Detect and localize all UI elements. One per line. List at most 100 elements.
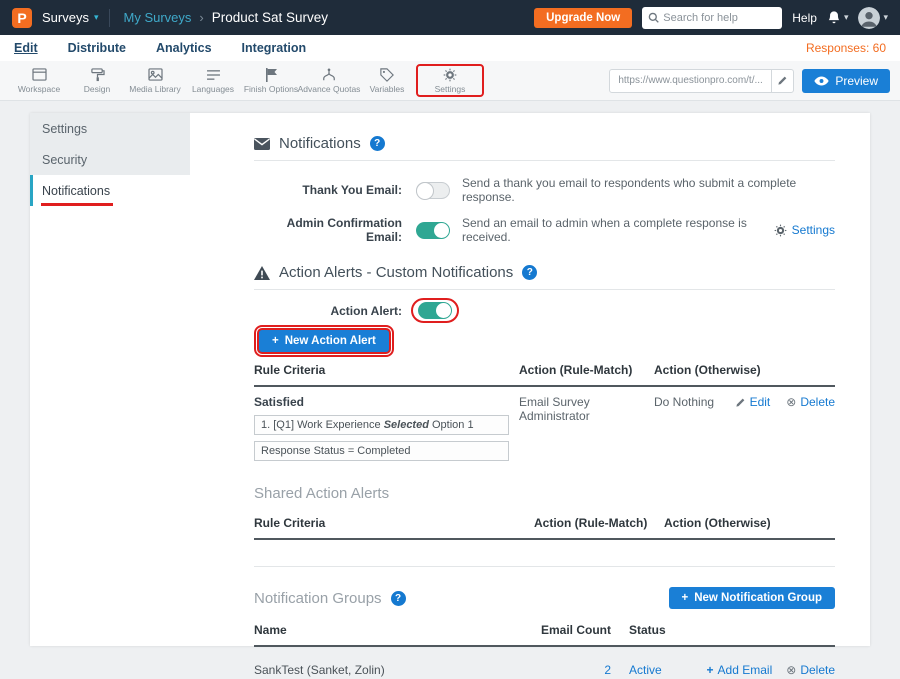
column-header-status: Status bbox=[611, 623, 701, 637]
chevron-down-icon: ▾ bbox=[844, 13, 849, 22]
survey-url-input[interactable] bbox=[618, 75, 771, 86]
new-action-alert-button[interactable]: + New Action Alert bbox=[259, 330, 389, 352]
tab-analytics[interactable]: Analytics bbox=[156, 41, 212, 55]
help-search-input[interactable] bbox=[663, 12, 776, 24]
sidebar-item-settings[interactable]: Settings bbox=[30, 113, 190, 144]
media-library-icon bbox=[148, 67, 163, 82]
toolbar-item-media-library[interactable]: Media Library bbox=[126, 67, 184, 94]
delete-alert-link[interactable]: ⊗ Delete bbox=[786, 395, 835, 409]
delete-group-link[interactable]: ⊗ Delete bbox=[786, 663, 835, 677]
questionpro-logo[interactable]: P bbox=[12, 8, 32, 28]
tab-integration[interactable]: Integration bbox=[242, 41, 307, 55]
action-alerts-section: Action Alerts - Custom Notifications ? A… bbox=[254, 264, 835, 461]
responses-count[interactable]: Responses: 60 bbox=[806, 41, 886, 55]
settings-panel: Settings Security Notifications Notifica… bbox=[30, 113, 870, 646]
settings-link-label: Settings bbox=[792, 223, 835, 237]
bell-icon bbox=[827, 10, 841, 25]
surveys-product-menu[interactable]: Surveys ▾ bbox=[42, 10, 99, 25]
admin-confirmation-label: Admin Confirmation Email: bbox=[254, 216, 402, 244]
delete-label: Delete bbox=[800, 395, 835, 409]
delete-label: Delete bbox=[800, 663, 835, 677]
admin-confirmation-toggle[interactable] bbox=[416, 222, 450, 239]
annotation-notifications-underline bbox=[41, 203, 113, 206]
shared-action-alerts-section: Shared Action Alerts Rule Criteria Actio… bbox=[254, 485, 835, 540]
eye-icon bbox=[814, 76, 829, 86]
advance-quotas-icon bbox=[322, 67, 336, 82]
criteria-text: 1. [Q1] Work Experience bbox=[261, 419, 384, 431]
annotation-new-action-alert-highlight: + New Action Alert bbox=[254, 325, 394, 357]
toolbar-item-workspace[interactable]: Workspace bbox=[10, 67, 68, 94]
thank-you-email-description: Send a thank you email to respondents wh… bbox=[462, 176, 835, 204]
toolbar-item-label: Settings bbox=[435, 84, 466, 94]
toolbar-item-design[interactable]: Design bbox=[68, 67, 126, 94]
thank-you-email-toggle[interactable] bbox=[416, 182, 450, 199]
help-icon[interactable]: ? bbox=[391, 591, 406, 606]
toolbar-item-languages[interactable]: Languages bbox=[184, 67, 242, 94]
account-menu[interactable]: ▾ bbox=[858, 7, 888, 29]
toolbar-item-advance-quotas[interactable]: Advance Quotas bbox=[300, 67, 358, 94]
table-header-row: Rule Criteria Action (Rule-Match) Action… bbox=[254, 363, 835, 387]
sidebar-item-security[interactable]: Security bbox=[30, 144, 190, 175]
sidebar-item-notifications[interactable]: Notifications bbox=[30, 175, 190, 206]
add-email-link[interactable]: + Add Email bbox=[707, 663, 773, 677]
edit-label: Edit bbox=[750, 395, 771, 409]
toolbar-item-label: Languages bbox=[192, 84, 234, 94]
thank-you-email-row: Thank You Email: Send a thank you email … bbox=[254, 176, 835, 204]
email-count-link[interactable]: 2 bbox=[604, 663, 611, 677]
top-navigation-bar: P Surveys ▾ My Surveys › Product Sat Sur… bbox=[0, 0, 900, 35]
rule-criteria-item: Response Status = Completed bbox=[254, 441, 509, 461]
new-notification-group-label: New Notification Group bbox=[694, 592, 822, 604]
help-search-box[interactable] bbox=[642, 7, 782, 29]
action-alert-toggle[interactable] bbox=[418, 302, 452, 319]
plus-icon: + bbox=[707, 664, 714, 676]
toolbar-item-finish-options[interactable]: Finish Options bbox=[242, 67, 300, 94]
gear-icon bbox=[443, 67, 457, 82]
new-action-alert-row: + New Action Alert bbox=[254, 325, 835, 357]
action-alerts-table: Rule Criteria Action (Rule-Match) Action… bbox=[254, 363, 835, 461]
settings-sidebar: Settings Security Notifications bbox=[30, 113, 190, 646]
toolbar-item-settings[interactable]: Settings bbox=[421, 67, 479, 94]
workspace-icon bbox=[32, 67, 47, 82]
section-title: Shared Action Alerts bbox=[254, 485, 835, 502]
help-link[interactable]: Help bbox=[792, 11, 817, 25]
help-icon[interactable]: ? bbox=[370, 136, 385, 151]
divider bbox=[109, 9, 110, 27]
admin-confirmation-description: Send an email to admin when a complete r… bbox=[462, 216, 764, 244]
pencil-icon bbox=[735, 397, 746, 408]
warning-icon bbox=[254, 266, 270, 280]
group-status: Active bbox=[629, 663, 662, 677]
settings-content: Settings Security Notifications Notifica… bbox=[0, 101, 900, 655]
survey-url-field[interactable] bbox=[609, 69, 794, 93]
column-header-action-otherwise: Action (Otherwise) bbox=[654, 363, 761, 377]
survey-nav-tabs: Edit Distribute Analytics Integration Re… bbox=[0, 35, 900, 61]
breadcrumb-my-surveys[interactable]: My Surveys bbox=[124, 10, 192, 25]
notification-group-row: SankTest (Sanket, Zolin) 2 Active + Add … bbox=[254, 647, 835, 679]
upgrade-now-button[interactable]: Upgrade Now bbox=[534, 8, 632, 28]
help-icon[interactable]: ? bbox=[522, 265, 537, 280]
divider bbox=[254, 160, 835, 161]
add-email-label: Add Email bbox=[718, 663, 773, 677]
plus-icon: + bbox=[272, 335, 279, 347]
column-header-rule-criteria: Rule Criteria bbox=[254, 363, 519, 377]
edit-alert-link[interactable]: Edit bbox=[735, 395, 771, 409]
toolbar-item-variables[interactable]: Variables bbox=[358, 67, 416, 94]
gear-icon bbox=[774, 224, 787, 237]
notifications-bell-menu[interactable]: ▾ bbox=[827, 10, 849, 25]
column-header-action-rule-match: Action (Rule-Match) bbox=[534, 516, 664, 530]
chevron-down-icon: ▾ bbox=[883, 13, 888, 22]
new-notification-group-button[interactable]: + New Notification Group bbox=[669, 587, 836, 609]
column-header-email-count: Email Count bbox=[539, 623, 611, 637]
envelope-icon bbox=[254, 138, 270, 150]
admin-email-settings-link[interactable]: Settings bbox=[764, 223, 835, 237]
design-icon bbox=[90, 67, 105, 82]
action-otherwise-value: Do Nothing bbox=[654, 395, 714, 409]
column-header-name: Name bbox=[254, 623, 539, 637]
preview-button[interactable]: Preview bbox=[802, 69, 890, 93]
tab-edit[interactable]: Edit bbox=[14, 41, 38, 55]
divider bbox=[254, 566, 835, 567]
preview-label: Preview bbox=[835, 74, 878, 88]
tab-distribute[interactable]: Distribute bbox=[68, 41, 126, 55]
toolbar-item-label: Workspace bbox=[18, 84, 60, 94]
edit-url-icon[interactable] bbox=[771, 70, 793, 92]
action-rule-match-value: Email Survey Administrator bbox=[519, 395, 654, 461]
